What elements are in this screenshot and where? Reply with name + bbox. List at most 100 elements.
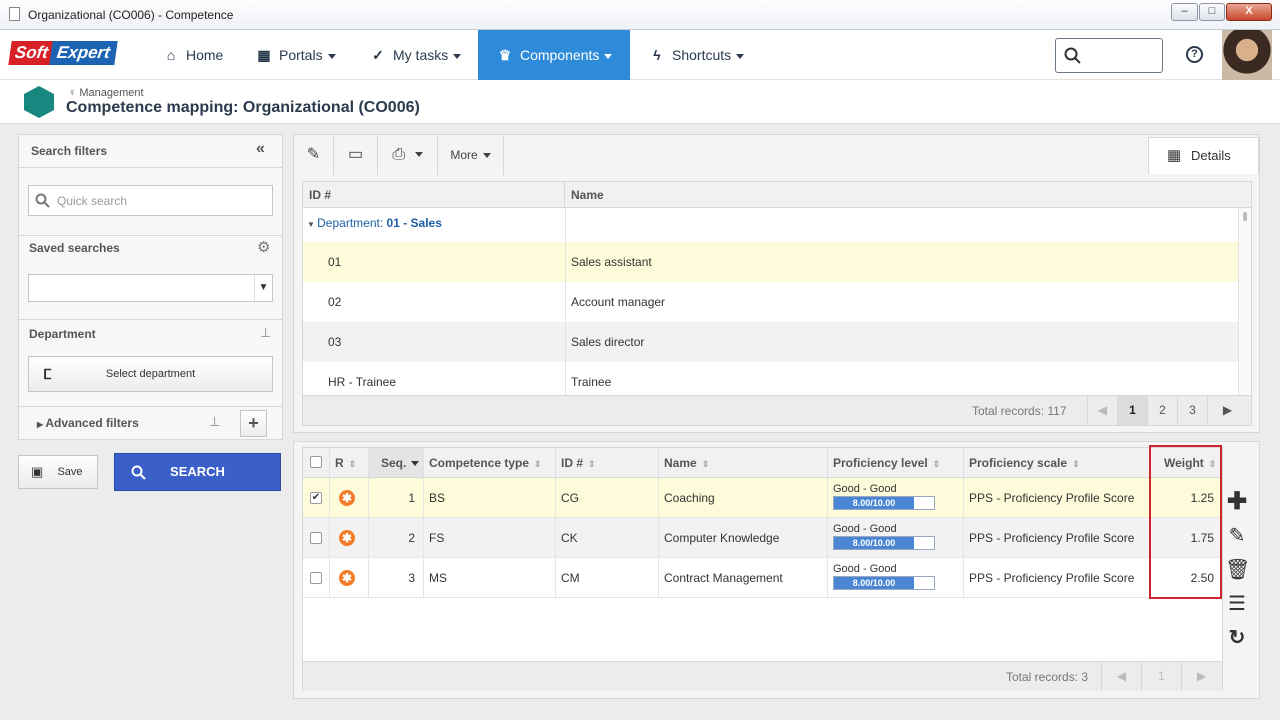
competence-icon-button[interactable]: ✎ — [294, 135, 334, 175]
sort-icon: ⇕ — [588, 459, 596, 469]
column-header-name[interactable]: Name — [565, 182, 1238, 208]
group-label: Department: — [317, 216, 384, 230]
nav-my-tasks[interactable]: ✓ My tasks — [369, 30, 462, 80]
table-row[interactable]: ✔ ✱ 1 BS CG Coaching Good - Good 8.00/10… — [303, 478, 1222, 518]
proficiency-level-cell: Good - Good 8.00/10.00 — [828, 518, 964, 558]
row-checkbox-cell[interactable]: ✔ — [303, 478, 330, 518]
column-header-r[interactable]: R ⇕ — [330, 448, 369, 478]
softexpert-logo[interactable]: Soft Expert — [8, 41, 118, 68]
competence-type-cell: FS — [424, 518, 556, 558]
page-header: ♀ Management Competence mapping: Organiz… — [0, 80, 1280, 124]
nav-portals[interactable]: ▦ Portals — [255, 30, 336, 80]
row-checkbox[interactable] — [310, 572, 322, 584]
global-search-input[interactable] — [1055, 38, 1163, 73]
edit-icon[interactable]: ✎ — [1225, 524, 1249, 548]
column-header-id[interactable]: ID # ⇕ — [556, 448, 659, 478]
main-navbar: Soft Expert ⌂ Home ▦ Portals ✓ My tasks ♛ Com… — [0, 30, 1280, 80]
table-row[interactable]: ✱ 3 MS CM Contract Management Good - Goo… — [303, 558, 1222, 598]
save-button[interactable]: ▣ Save — [18, 455, 98, 489]
nav-shortcuts[interactable]: ϟ Shortcuts — [648, 30, 745, 80]
nav-components[interactable]: ♛ Components — [478, 30, 630, 80]
refresh-icon[interactable]: ↻ — [1225, 626, 1249, 650]
table-row[interactable]: HR - Trainee Trainee — [303, 362, 1238, 395]
saved-searches-label: Saved searches — [29, 241, 120, 255]
more-button[interactable]: More — [438, 135, 504, 175]
row-checkbox[interactable]: ✔ — [310, 492, 322, 504]
column-header-proficiency-level[interactable]: Proficiency level ⇕ — [828, 448, 964, 478]
minimize-button[interactable]: – — [1171, 3, 1198, 21]
table-row[interactable]: 03 Sales director — [303, 322, 1238, 362]
page-3-button[interactable]: 3 — [1177, 396, 1207, 425]
column-header-proficiency-scale[interactable]: Proficiency scale ⇕ — [964, 448, 1150, 478]
proficiency-score: 8.00/10.00 — [834, 537, 914, 549]
department-grid: ID # Name ▼ Department: 01 - Sales 01 Sa… — [302, 181, 1252, 426]
group-value: 01 - Sales — [386, 216, 442, 230]
prev-page-button[interactable]: ◀ — [1087, 396, 1117, 425]
list-icon[interactable]: ☰ — [1225, 592, 1249, 616]
sort-icon: ⇕ — [348, 459, 357, 469]
trash-icon[interactable]: 🗑 — [1225, 558, 1250, 582]
add-filter-button[interactable]: + — [240, 410, 267, 437]
proficiency-scale-cell: PPS - Proficiency Profile Score — [964, 518, 1150, 558]
column-header-seq[interactable]: Seq. — [369, 448, 424, 478]
name-cell: Computer Knowledge — [659, 518, 828, 558]
search-button[interactable]: SEARCH — [114, 453, 281, 491]
sort-icon: ⇕ — [1072, 459, 1080, 469]
breadcrumb[interactable]: ♀ Management — [68, 87, 144, 99]
next-page-button[interactable]: ▶ — [1181, 662, 1221, 691]
maximize-button[interactable]: □ — [1199, 3, 1225, 21]
select-all-checkbox[interactable] — [310, 456, 322, 468]
vertical-scrollbar[interactable] — [1238, 208, 1251, 395]
page-1-button[interactable]: 1 — [1141, 662, 1181, 691]
group-row-department[interactable]: ▼ Department: 01 - Sales — [307, 216, 442, 230]
select-department-button[interactable]: ⵎ Select department — [28, 356, 273, 392]
scrollbar-thumb[interactable] — [1243, 212, 1247, 221]
column-header-competence-type[interactable]: Competence type ⇕ — [424, 448, 556, 478]
required-cell: ✱ — [330, 478, 369, 518]
proficiency-bar: 8.00/10.00 — [833, 536, 935, 550]
clear-filter-icon[interactable]: ⊥ — [209, 414, 220, 430]
advanced-filters-label: Advanced filters — [45, 416, 139, 430]
saved-searches-select[interactable]: ▼ — [28, 274, 273, 302]
top-grid-pager: Total records: 117 ◀ 1 2 3 ▶ — [303, 395, 1251, 425]
row-checkbox-cell[interactable] — [303, 518, 330, 558]
row-checkbox[interactable] — [310, 532, 322, 544]
quick-search-placeholder: Quick search — [57, 194, 128, 208]
row-checkbox-cell[interactable] — [303, 558, 330, 598]
column-header-proficiency-scale-label: Proficiency scale — [969, 456, 1068, 470]
search-icon — [131, 465, 146, 480]
table-row[interactable]: ✱ 2 FS CK Computer Knowledge Good - Good… — [303, 518, 1222, 558]
clear-filter-icon[interactable]: ⊥ — [260, 325, 271, 341]
bottom-grid-pager: Total records: 3 ◀ 1 ▶ — [303, 661, 1222, 691]
prev-page-button[interactable]: ◀ — [1101, 662, 1141, 691]
nav-home[interactable]: ⌂ Home — [162, 30, 224, 80]
advanced-filters-toggle[interactable]: ▶ Advanced filters — [37, 416, 139, 430]
table-row[interactable]: 01 Sales assistant — [303, 242, 1238, 282]
column-header-name[interactable]: Name ⇕ — [659, 448, 828, 478]
row-id: HR - Trainee — [328, 375, 397, 389]
chevron-down-icon — [453, 53, 462, 59]
add-icon[interactable]: ✚ — [1225, 490, 1249, 514]
required-cell: ✱ — [330, 518, 369, 558]
total-records: Total records: 117 — [972, 404, 1067, 418]
table-icon: ▦ — [1167, 147, 1182, 164]
tab-details[interactable]: ▦ Details — [1148, 137, 1259, 174]
print-button[interactable]: ⎙ — [378, 135, 438, 175]
collapse-panel-icon[interactable]: « — [256, 140, 265, 158]
chevron-down-icon — [414, 152, 423, 158]
table-row[interactable]: 02 Account manager — [303, 282, 1238, 322]
row-name: Sales director — [571, 335, 645, 349]
page-2-button[interactable]: 2 — [1147, 396, 1177, 425]
view-button[interactable]: ▭ — [334, 135, 378, 175]
gear-icon[interactable]: ⚙ — [257, 238, 270, 256]
column-header-id[interactable]: ID # — [303, 182, 565, 208]
next-page-button[interactable]: ▶ — [1207, 396, 1247, 425]
page-1-button[interactable]: 1 — [1117, 396, 1147, 425]
user-avatar[interactable] — [1222, 30, 1272, 80]
quick-search-input[interactable]: Quick search — [28, 185, 273, 216]
column-header-competence-type-label: Competence type — [429, 456, 530, 470]
select-all-header[interactable] — [303, 448, 330, 478]
tree-icon: ⵎ — [43, 366, 52, 382]
close-window-button[interactable]: X — [1226, 3, 1272, 21]
help-icon[interactable]: ? — [1186, 46, 1203, 63]
